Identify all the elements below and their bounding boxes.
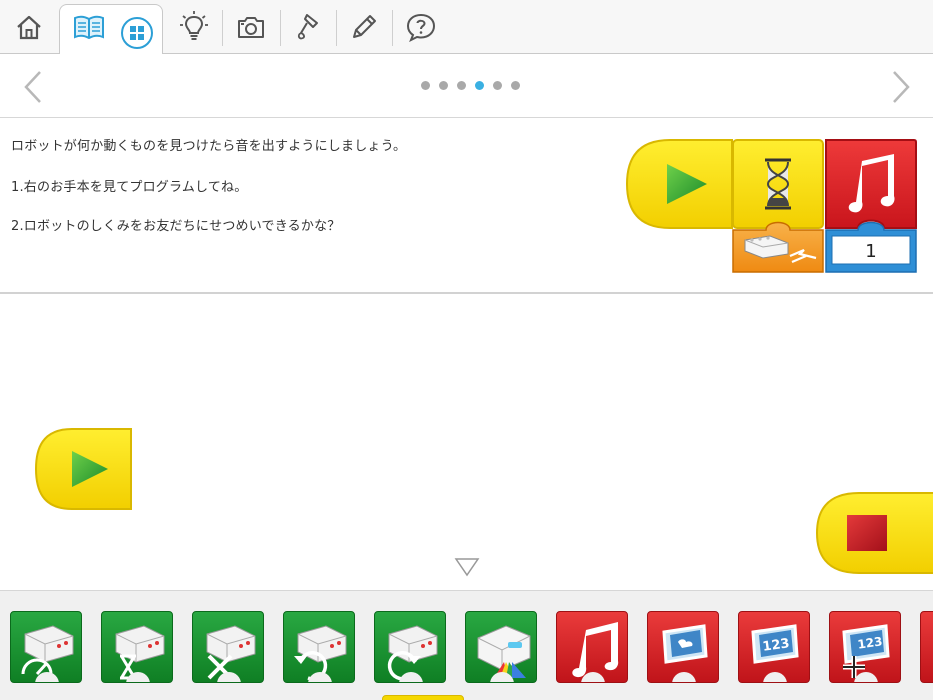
display-add-block[interactable]: 123 (829, 611, 901, 683)
chevron-left-icon (24, 71, 41, 103)
start-block[interactable] (625, 139, 733, 229)
grid-button[interactable] (118, 6, 156, 60)
start-block[interactable] (34, 427, 134, 511)
top-toolbar (0, 0, 933, 55)
microphone-icon (297, 14, 318, 40)
instruction-step-2: 2.ロボットのしくみをお友だちにせつめいできるかな？ (11, 219, 341, 234)
toolbar-divider (392, 10, 393, 46)
stop-block[interactable] (815, 491, 933, 575)
home-button[interactable] (8, 0, 50, 54)
page-dot[interactable] (493, 81, 502, 90)
help-button[interactable] (402, 0, 440, 54)
motion-sensor-input[interactable] (732, 221, 824, 273)
wait-block[interactable] (732, 139, 824, 229)
display-text-block[interactable]: 123 (738, 611, 810, 683)
programming-canvas[interactable] (0, 295, 933, 588)
motor-off-block[interactable] (192, 611, 264, 683)
sound-block[interactable] (825, 139, 917, 229)
triangle-down-icon (454, 558, 480, 577)
toolbar-divider (222, 10, 223, 46)
page-dot[interactable] (439, 81, 448, 90)
camera-icon (238, 17, 264, 38)
camera-button[interactable] (232, 0, 270, 54)
home-icon (17, 15, 41, 40)
block-palette: 123 123 (0, 590, 933, 700)
book-button[interactable] (70, 0, 108, 54)
sound-block[interactable] (556, 611, 628, 683)
edit-button[interactable] (346, 0, 382, 54)
page-dot[interactable] (421, 81, 430, 90)
page-dot[interactable] (511, 81, 520, 90)
flow-blocks-tab[interactable] (382, 695, 464, 700)
motor-speed-block[interactable] (10, 611, 82, 683)
chevron-right-icon (893, 71, 910, 103)
toolbar-divider (280, 10, 281, 46)
display-image-block[interactable] (647, 611, 719, 683)
instruction-text: ロボットが何か動くものを見つけたら音を出すようにしましょう。 (11, 139, 407, 154)
page-indicator (421, 81, 520, 90)
light-color-block[interactable] (465, 611, 537, 683)
motor-direction-left-block[interactable] (283, 611, 355, 683)
next-page-button[interactable] (888, 70, 914, 104)
instruction-step-1: 1.右のお手本を見てプログラムしてね。 (11, 180, 248, 195)
previous-page-button[interactable] (20, 70, 46, 104)
motor-direction-right-block[interactable] (374, 611, 446, 683)
sound-value-text: 1 (865, 241, 876, 262)
page-navigation (0, 54, 933, 118)
page-dot-current[interactable] (475, 81, 484, 90)
palette-more-block[interactable] (920, 611, 933, 683)
example-program: 1 (625, 139, 917, 273)
page-dot[interactable] (457, 81, 466, 90)
record-button[interactable] (290, 0, 326, 54)
lightbulb-icon (180, 11, 208, 40)
pencil-icon (353, 15, 376, 38)
collapse-palette-button[interactable] (454, 557, 480, 577)
help-icon (406, 13, 436, 42)
instruction-panel: ロボットが何か動くものを見つけたら音を出すようにしましょう。 1.右のお手本を見… (0, 118, 933, 294)
grid-icon (121, 17, 153, 49)
ideas-button[interactable] (176, 0, 212, 54)
sound-value-input[interactable]: 1 (825, 221, 917, 273)
book-icon (74, 15, 104, 40)
app-window: ロボットが何か動くものを見つけたら音を出すようにしましょう。 1.右のお手本を見… (0, 0, 933, 700)
toolbar-divider (336, 10, 337, 46)
motor-wait-block[interactable] (101, 611, 173, 683)
